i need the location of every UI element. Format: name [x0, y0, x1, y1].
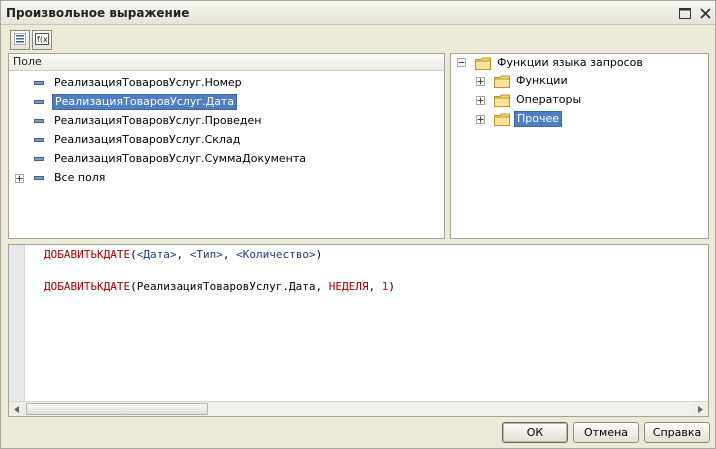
function-icon: f(x)	[35, 32, 51, 48]
expression-editor[interactable]: ДОБАВИТЬКДАТЕ(<Дата>, <Тип>, <Количество…	[8, 244, 709, 417]
scroll-thumb[interactable]	[26, 403, 208, 415]
scroll-right-icon[interactable]	[692, 402, 708, 416]
folder-icon	[475, 57, 491, 70]
folder-icon	[494, 113, 510, 126]
horizontal-scrollbar[interactable]	[9, 401, 708, 416]
title-bar: Произвольное выражение	[1, 1, 715, 25]
ok-button[interactable]: ОК	[502, 422, 568, 443]
fields-panel-header: Поле	[9, 54, 444, 71]
scroll-left-icon[interactable]	[9, 402, 25, 416]
list-view-icon	[13, 32, 27, 48]
window-title: Произвольное выражение	[6, 6, 190, 20]
field-item-label: РеализацияТоваровУслуг.Номер	[54, 76, 242, 89]
function-group-label: Прочее	[514, 111, 563, 127]
help-button[interactable]: Справка	[644, 422, 710, 443]
field-icon	[34, 157, 44, 161]
field-item[interactable]: РеализацияТоваровУслуг.Склад	[9, 131, 444, 149]
folder-icon	[494, 94, 510, 107]
collapse-minus-icon[interactable]	[457, 58, 466, 67]
function-name: ДОБАВИТЬКДАТЕ	[44, 280, 131, 293]
field-item-label: РеализацияТоваровУслуг.СуммаДокумента	[54, 152, 307, 165]
svg-text:f(x): f(x)	[37, 35, 49, 44]
field-item[interactable]: РеализацияТоваровУслуг.Номер	[9, 74, 444, 92]
function-group-label: Операторы	[516, 93, 582, 106]
field-item[interactable]: РеализацияТоваровУслуг.СуммаДокумента	[9, 150, 444, 168]
maximize-icon[interactable]	[677, 5, 693, 21]
field-icon	[34, 119, 44, 123]
function-button[interactable]: f(x)	[32, 30, 52, 50]
code-line: ДОБАВИТЬКДАТЕ(<Дата>, <Тип>, <Количество…	[44, 248, 323, 261]
function-name: ДОБАВИТЬКДАТЕ	[44, 248, 131, 261]
functions-root-label: Функции языка запросов	[497, 56, 643, 69]
code-line: ДОБАВИТЬКДАТЕ(РеализацияТоваровУслуг.Дат…	[44, 280, 396, 293]
cancel-button[interactable]: Отмена	[573, 422, 639, 443]
field-item-label: РеализацияТоваровУслуг.Проведен	[54, 114, 262, 127]
fields-panel: Поле РеализацияТоваровУслуг.Номер Реализ…	[8, 53, 445, 239]
field-item-label: Все поля	[54, 171, 106, 184]
function-group[interactable]: Операторы	[451, 91, 708, 109]
field-item[interactable]: РеализацияТоваровУслуг.Проведен	[9, 112, 444, 130]
expand-plus-icon[interactable]	[476, 77, 485, 86]
field-icon	[34, 81, 44, 85]
field-item-all[interactable]: Все поля	[9, 169, 444, 187]
field-item-label: РеализацияТоваровУслуг.Склад	[54, 133, 241, 146]
expand-plus-icon[interactable]	[476, 115, 485, 124]
field-icon	[34, 138, 44, 142]
function-group-label: Функции	[516, 74, 568, 87]
field-item-label: РеализацияТоваровУслуг.Дата	[52, 94, 238, 110]
functions-panel: Функции языка запросов Функции Операторы	[450, 53, 709, 239]
function-group[interactable]: Прочее	[451, 110, 708, 128]
editor-gutter	[9, 245, 25, 402]
field-icon	[34, 176, 44, 180]
field-icon	[34, 100, 44, 104]
folder-icon	[494, 75, 510, 88]
expand-plus-icon[interactable]	[476, 96, 485, 105]
functions-root[interactable]: Функции языка запросов	[451, 54, 708, 72]
close-icon[interactable]	[697, 5, 713, 21]
expand-plus-icon[interactable]	[15, 174, 24, 183]
list-view-button[interactable]	[10, 30, 30, 50]
field-item[interactable]: РеализацияТоваровУслуг.Дата	[9, 93, 444, 111]
dialog-window: Произвольное выражение f(x) Поле	[0, 0, 716, 449]
function-group[interactable]: Функции	[451, 72, 708, 90]
